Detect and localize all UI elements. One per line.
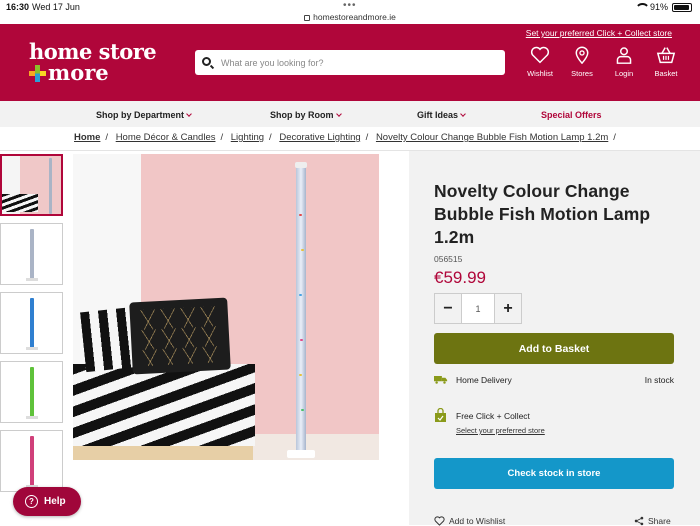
url-text: homestoreandmore.ie xyxy=(313,12,396,22)
nav-special-offers[interactable]: Special Offers xyxy=(541,110,602,120)
help-label: Help xyxy=(44,496,66,507)
breadcrumb-lighting[interactable]: Lighting xyxy=(231,132,264,143)
stores-button[interactable]: Stores xyxy=(568,46,596,78)
breadcrumb: Home / Home Décor & Candles / Lighting / De… xyxy=(74,132,616,143)
logo-plus-icon xyxy=(29,64,46,82)
lamp-base xyxy=(287,450,315,458)
wishlist-button[interactable]: Wishlist xyxy=(526,46,554,78)
chevron-down-icon xyxy=(186,111,192,117)
click-collect-label: Free Click + Collect xyxy=(456,411,530,421)
thumbnail-green-lamp[interactable] xyxy=(0,361,63,423)
help-button[interactable]: ? Help xyxy=(13,487,81,516)
lock-icon xyxy=(304,14,311,21)
geometric-pillow xyxy=(129,297,231,375)
thumbnail-clear-lamp[interactable] xyxy=(0,223,63,285)
thumbnail-room[interactable] xyxy=(0,154,63,216)
chevron-down-icon xyxy=(460,111,466,117)
basket-label: Basket xyxy=(654,69,678,78)
search-box xyxy=(195,50,505,75)
home-delivery-label: Home Delivery xyxy=(456,375,512,385)
user-icon xyxy=(616,47,632,64)
header-icons: Wishlist Stores Login Basket xyxy=(526,46,680,78)
preferred-store-link[interactable]: Set your preferred Click + Collect store xyxy=(526,28,672,38)
quantity-stepper: − 1 + xyxy=(434,293,522,324)
login-button[interactable]: Login xyxy=(610,46,638,78)
wishlist-label: Wishlist xyxy=(527,69,553,78)
product-price: €59.99 xyxy=(434,268,486,287)
shopping-bag-icon xyxy=(435,408,446,422)
clock: 16:30 xyxy=(6,2,30,12)
breadcrumb-current-product[interactable]: Novelty Colour Change Bubble Fish Motion… xyxy=(376,132,608,143)
site-header: home store more Set your preferred Click… xyxy=(0,24,700,101)
status-bar: 16:30 Wed 17 Jun ••• homestoreandmore.ie… xyxy=(0,0,700,24)
decrease-quantity-button[interactable]: − xyxy=(435,294,461,323)
product-title: Novelty Colour Change Bubble Fish Motion… xyxy=(434,181,651,247)
breadcrumb-decorative-lighting[interactable]: Decorative Lighting xyxy=(279,132,360,143)
address-bar[interactable]: homestoreandmore.ie xyxy=(0,12,700,22)
store-pin-icon xyxy=(575,46,589,64)
nav-label: Shop by Department xyxy=(96,110,185,120)
stock-status: In stock xyxy=(644,375,674,385)
wifi-icon xyxy=(634,3,650,11)
status-indicators: 91% xyxy=(634,2,692,12)
nav-shop-by-department[interactable]: Shop by Department xyxy=(96,110,192,120)
search-icon[interactable] xyxy=(202,57,211,66)
striped-bedding xyxy=(73,364,255,446)
nav-gift-ideas[interactable]: Gift Ideas xyxy=(417,110,466,120)
date: Wed 17 Jun xyxy=(32,2,80,12)
quantity-input[interactable]: 1 xyxy=(461,294,495,323)
home-delivery-row: Home Delivery In stock xyxy=(434,374,674,390)
main-product-image[interactable] xyxy=(73,154,379,460)
nav-label: Gift Ideas xyxy=(417,110,459,120)
battery-icon xyxy=(672,2,692,12)
check-stock-button[interactable]: Check stock in store xyxy=(434,458,674,489)
select-store-link[interactable]: Select your preferred store xyxy=(456,426,545,435)
nav-label: Shop by Room xyxy=(270,110,334,120)
stores-label: Stores xyxy=(571,69,593,78)
search-input[interactable] xyxy=(221,50,501,75)
thumbnail-blue-lamp[interactable] xyxy=(0,292,63,354)
chevron-down-icon xyxy=(335,111,342,117)
nav-shop-by-room[interactable]: Shop by Room xyxy=(270,110,342,120)
delivery-truck-icon xyxy=(434,376,448,384)
logo-word-more: more xyxy=(48,60,109,85)
site-logo[interactable]: home store more xyxy=(29,39,157,85)
heart-icon xyxy=(530,46,550,64)
product-sku: 056515 xyxy=(434,254,463,264)
logo-word-homestore: home store xyxy=(29,39,157,64)
tab-dots-icon[interactable]: ••• xyxy=(343,0,357,11)
breadcrumb-home-decor[interactable]: Home Décor & Candles xyxy=(116,132,216,143)
basket-icon xyxy=(656,47,676,64)
main-nav: Shop by Department Shop by Room Gift Ide… xyxy=(0,101,700,127)
click-collect-row: Free Click + Collect Select your preferr… xyxy=(434,408,674,440)
basket-button[interactable]: Basket xyxy=(652,46,680,78)
battery-percent: 91% xyxy=(649,2,668,12)
question-icon: ? xyxy=(25,495,38,508)
breadcrumb-home[interactable]: Home xyxy=(74,132,100,143)
thumbnail-pink-lamp[interactable] xyxy=(0,430,63,492)
add-to-basket-button[interactable]: Add to Basket xyxy=(434,333,674,364)
increase-quantity-button[interactable]: + xyxy=(495,294,521,323)
login-label: Login xyxy=(614,69,634,78)
